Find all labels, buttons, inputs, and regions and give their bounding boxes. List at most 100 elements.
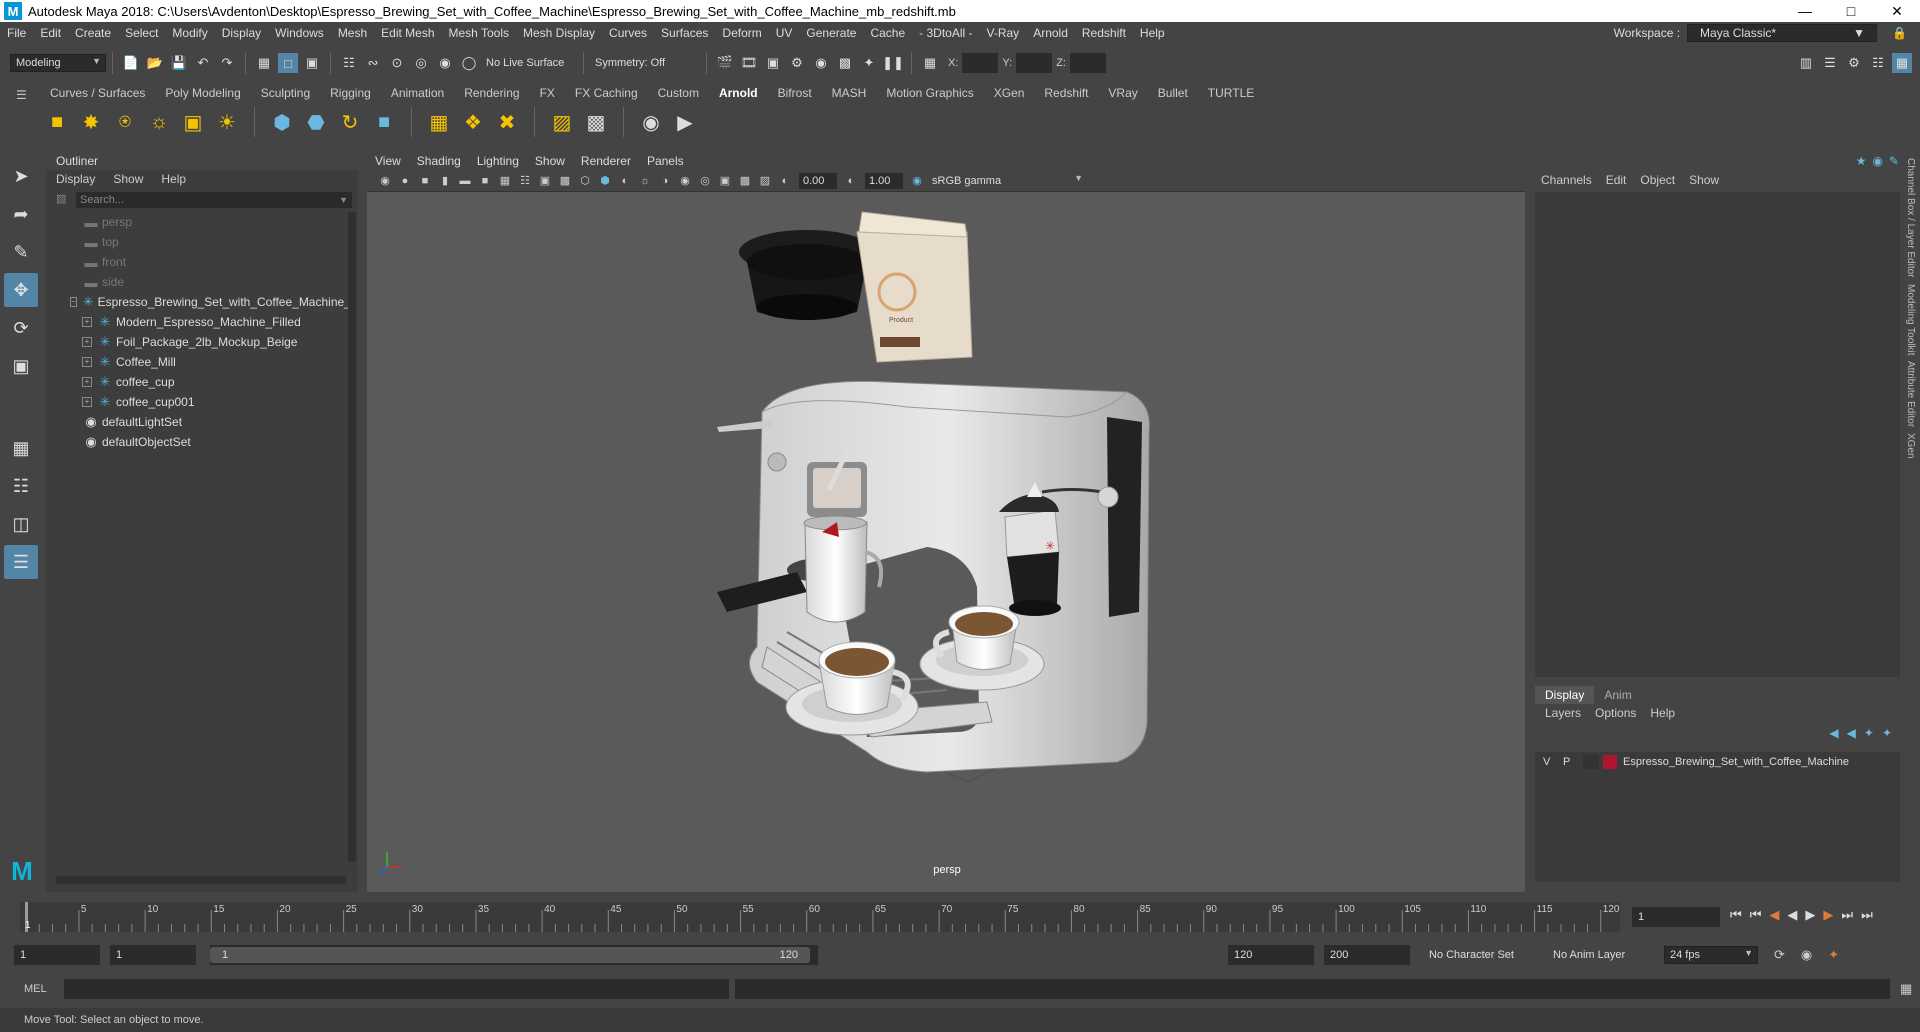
select-object-icon[interactable]: □: [278, 53, 298, 73]
scale-tool-icon[interactable]: ▣: [4, 349, 38, 383]
vp-menu-renderer[interactable]: Renderer: [581, 154, 631, 168]
layer-menu-help[interactable]: Help: [1650, 706, 1675, 720]
tab-bullet[interactable]: Bullet: [1148, 86, 1198, 100]
render-frame-icon[interactable]: 🎬: [715, 53, 735, 73]
menu-deform[interactable]: Deform: [715, 26, 768, 40]
tree-item-default-light-set[interactable]: ◉ defaultLightSet: [46, 412, 346, 432]
image-plane-icon[interactable]: ▮: [437, 173, 453, 189]
gamma-field[interactable]: 1.00: [865, 172, 903, 189]
snap-grid-icon[interactable]: ☷: [339, 53, 359, 73]
preview-render-icon[interactable]: ◉: [637, 108, 665, 136]
light-portal-icon[interactable]: ▣: [179, 108, 207, 136]
cb-menu-channels[interactable]: Channels: [1541, 173, 1592, 187]
transform-input-icon[interactable]: ▦: [920, 53, 940, 73]
fps-select[interactable]: 24 fps ▼: [1664, 946, 1758, 964]
live-surface-select[interactable]: No Live Surface: [481, 54, 577, 72]
collapse-icon[interactable]: −: [70, 297, 77, 307]
snap-point-icon[interactable]: ⊙: [387, 53, 407, 73]
tool-settings-icon[interactable]: ⚙: [1844, 53, 1864, 73]
menu-cache[interactable]: Cache: [863, 26, 912, 40]
layer-playback-toggle[interactable]: P: [1563, 756, 1583, 768]
tab-xgen[interactable]: XGen: [984, 86, 1035, 100]
bookmark-icon[interactable]: ■: [417, 173, 433, 189]
layer-type-toggle[interactable]: [1583, 755, 1599, 769]
menu-display[interactable]: Display: [215, 26, 268, 40]
snap-view-icon[interactable]: ◎: [411, 53, 431, 73]
open-scene-icon[interactable]: 📂: [145, 53, 165, 73]
expand-icon[interactable]: +: [82, 357, 92, 367]
create-volume-icon[interactable]: ■: [370, 108, 398, 136]
xray-icon[interactable]: ▩: [737, 173, 753, 189]
vp-menu-lighting[interactable]: Lighting: [477, 154, 519, 168]
outliner-menu-show[interactable]: Show: [113, 172, 143, 186]
render-settings-icon[interactable]: ⚙: [787, 53, 807, 73]
skydome-light-icon[interactable]: ☼: [145, 108, 173, 136]
y-field[interactable]: [1016, 53, 1053, 73]
step-forward-icon[interactable]: ⏭: [1841, 907, 1853, 923]
exposure-icon[interactable]: ◐: [777, 173, 793, 189]
tab-sculpting[interactable]: Sculpting: [251, 86, 320, 100]
tab-custom[interactable]: Custom: [648, 86, 709, 100]
play-forward-icon[interactable]: ▶: [1805, 907, 1815, 923]
step-forward-key-icon[interactable]: ▶: [1823, 907, 1833, 923]
tab-bifrost[interactable]: Bifrost: [768, 86, 822, 100]
tab-poly-modeling[interactable]: Poly Modeling: [155, 86, 250, 100]
physical-sky-icon[interactable]: ☀: [213, 108, 241, 136]
layer-visibility-toggle[interactable]: V: [1543, 756, 1563, 768]
vp-menu-shading[interactable]: Shading: [417, 154, 461, 168]
outliner-menu-display[interactable]: Display: [56, 172, 95, 186]
save-scene-icon[interactable]: 💾: [169, 53, 189, 73]
go-to-end-icon[interactable]: ⏭: [1861, 907, 1873, 923]
isolate-select-icon[interactable]: ▣: [717, 173, 733, 189]
modeling-toolkit-icon[interactable]: ▦: [1892, 53, 1912, 73]
tree-item-front[interactable]: ▬ front: [46, 252, 346, 272]
expand-icon[interactable]: +: [82, 397, 92, 407]
tab-rigging[interactable]: Rigging: [320, 86, 381, 100]
tree-item-default-object-set[interactable]: ◉ defaultObjectSet: [46, 432, 346, 452]
snap-curve-icon[interactable]: ∾: [363, 53, 383, 73]
new-layer-selected-icon[interactable]: ✦: [1882, 726, 1892, 740]
film-gate-icon[interactable]: ▦: [497, 173, 513, 189]
select-camera-icon[interactable]: ◉: [377, 173, 393, 189]
pause-icon[interactable]: ❚❚: [882, 53, 904, 73]
playback-start-field[interactable]: 1: [110, 945, 196, 965]
antialiasing-icon[interactable]: ◎: [697, 173, 713, 189]
play-render-icon[interactable]: ▶: [671, 108, 699, 136]
tree-item-espresso-machine[interactable]: + ✳ Modern_Espresso_Machine_Filled: [46, 312, 346, 332]
gamma-icon[interactable]: ◐: [843, 173, 859, 189]
render-view-icon[interactable]: ▦: [425, 108, 453, 136]
tab-mash[interactable]: MASH: [822, 86, 877, 100]
tab-arnold[interactable]: Arnold: [709, 86, 768, 100]
attribute-toggle-icon[interactable]: ◉: [1872, 154, 1882, 168]
menu-edit-mesh[interactable]: Edit Mesh: [374, 26, 441, 40]
playback-end-field[interactable]: 120: [1228, 945, 1314, 965]
create-curve-collector-icon[interactable]: ↻: [336, 108, 364, 136]
new-layer-icon[interactable]: ✦: [1864, 726, 1874, 740]
render-view-icon[interactable]: ▩: [835, 53, 855, 73]
channel-box-toggle-icon[interactable]: ★: [1856, 154, 1867, 168]
character-set-select[interactable]: No Character Set: [1424, 946, 1534, 964]
gate-mask-icon[interactable]: ▩: [557, 173, 573, 189]
tab-display[interactable]: Display: [1535, 686, 1595, 704]
shelf-menu-icon[interactable]: ☰: [16, 88, 27, 102]
tab-rendering[interactable]: Rendering: [454, 86, 529, 100]
create-standin-icon[interactable]: ⬢: [268, 108, 296, 136]
menu-help[interactable]: Help: [1133, 26, 1172, 40]
shadows-icon[interactable]: ◑: [657, 173, 673, 189]
tab-motion-graphics[interactable]: Motion Graphics: [876, 86, 983, 100]
mode-select[interactable]: Modeling ▼: [10, 54, 106, 72]
select-component-icon[interactable]: ▣: [302, 53, 322, 73]
render-sequence-icon[interactable]: 🎞: [739, 53, 759, 73]
menu-generate[interactable]: Generate: [799, 26, 863, 40]
menu-uv[interactable]: UV: [769, 26, 800, 40]
lock-icon[interactable]: 🔒: [1885, 26, 1914, 40]
x-field[interactable]: [962, 53, 999, 73]
play-backward-icon[interactable]: ◀: [1787, 907, 1797, 923]
ambient-occlusion-icon[interactable]: ◉: [677, 173, 693, 189]
menu-file[interactable]: File: [0, 26, 33, 40]
menu-arnold[interactable]: Arnold: [1026, 26, 1075, 40]
cb-menu-edit[interactable]: Edit: [1606, 173, 1627, 187]
workspace-select[interactable]: Maya Classic* ▼: [1687, 24, 1878, 42]
menu-create[interactable]: Create: [68, 26, 118, 40]
minimize-icon[interactable]: —: [1782, 3, 1828, 20]
